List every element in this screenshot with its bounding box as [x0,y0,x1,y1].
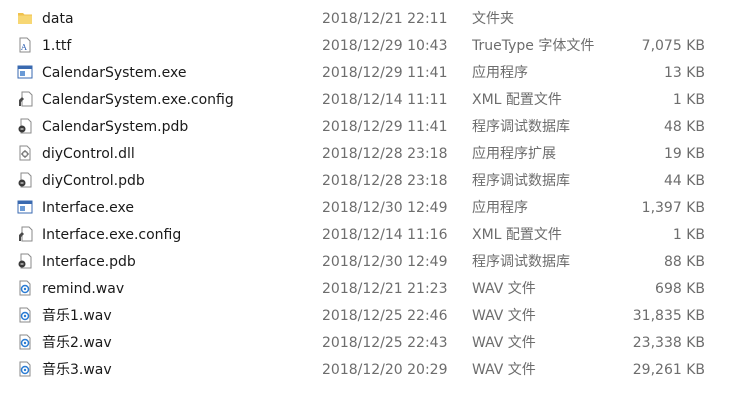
file-name: 1.ttf [42,38,72,54]
file-date: 2018/12/29 11:41 [322,65,448,81]
file-size: 88 KB [663,254,705,270]
pdb-file-icon [14,249,36,275]
file-size: 48 KB [663,119,705,135]
file-row[interactable]: diyControl.dll 2018/12/28 23:18 应用程序扩展 1… [0,141,733,167]
file-date: 2018/12/25 22:43 [322,335,448,351]
file-date: 2018/12/28 23:18 [322,146,448,162]
file-name: diyControl.dll [42,146,135,162]
file-date: 2018/12/28 23:18 [322,173,448,189]
audio-file-icon [14,357,36,383]
file-size: 19 KB [663,146,705,162]
audio-file-icon [14,303,36,329]
file-size: 23,338 KB [632,335,705,351]
svg-text:A: A [20,43,27,52]
file-name: remind.wav [42,281,125,297]
font-file-icon: A [14,33,36,59]
file-date: 2018/12/29 10:43 [322,38,448,54]
file-row[interactable]: diyControl.pdb 2018/12/28 23:18 程序调试数据库 … [0,168,733,194]
file-row[interactable]: 音乐1.wav 2018/12/25 22:46 WAV 文件 31,835 K… [0,303,733,329]
file-row[interactable]: Interface.pdb 2018/12/30 12:49 程序调试数据库 8… [0,249,733,275]
file-name: Interface.exe.config [42,227,182,243]
audio-file-icon [14,276,36,302]
file-row[interactable]: 音乐3.wav 2018/12/20 20:29 WAV 文件 29,261 K… [0,357,733,383]
file-date: 2018/12/30 12:49 [322,200,448,216]
file-size: 1,397 KB [641,200,705,216]
file-name: 音乐1.wav [42,308,112,324]
file-name: 音乐3.wav [42,362,112,378]
file-name: diyControl.pdb [42,173,145,189]
file-name: Interface.exe [42,200,134,216]
file-size: 698 KB [655,281,705,297]
file-size: 31,835 KB [632,308,705,324]
exe-icon [14,60,36,86]
folder-icon [14,6,36,32]
file-row[interactable]: CalendarSystem.exe.config 2018/12/14 11:… [0,87,733,113]
file-name: 音乐2.wav [42,335,112,351]
file-date: 2018/12/21 21:23 [322,281,448,297]
file-size: 13 KB [663,65,705,81]
file-name: data [42,11,74,27]
file-row[interactable]: remind.wav 2018/12/21 21:23 WAV 文件 698 K… [0,276,733,302]
file-size: 44 KB [663,173,705,189]
file-row[interactable]: CalendarSystem.exe 2018/12/29 11:41 应用程序… [0,60,733,86]
file-row[interactable]: Interface.exe 2018/12/30 12:49 应用程序 1,39… [0,195,733,221]
file-size: 7,075 KB [641,38,705,54]
file-row[interactable]: CalendarSystem.pdb 2018/12/29 11:41 程序调试… [0,114,733,140]
file-date: 2018/12/30 12:49 [322,254,448,270]
dll-file-icon [14,141,36,167]
file-date: 2018/12/25 22:46 [322,308,448,324]
pdb-file-icon [14,168,36,194]
file-name: CalendarSystem.exe [42,65,187,81]
file-date: 2018/12/21 22:11 [322,11,448,27]
file-date: 2018/12/14 11:16 [322,227,448,243]
exe-icon [14,195,36,221]
file-name: CalendarSystem.pdb [42,119,189,135]
file-size: 1 KB [672,227,705,243]
config-file-icon [14,87,36,113]
pdb-file-icon [14,114,36,140]
file-size [600,6,705,32]
audio-file-icon [14,330,36,356]
file-name: Interface.pdb [42,254,136,270]
config-file-icon [14,222,36,248]
file-row[interactable]: data 2018/12/21 22:11 文件夹 [0,6,733,32]
file-date: 2018/12/14 11:11 [322,92,448,108]
file-date: 2018/12/29 11:41 [322,119,448,135]
file-row[interactable]: 音乐2.wav 2018/12/25 22:43 WAV 文件 23,338 K… [0,330,733,356]
file-name: CalendarSystem.exe.config [42,92,234,108]
file-row[interactable]: A 1.ttf 2018/12/29 10:43 TrueType 字体文件 7… [0,33,733,59]
file-size: 29,261 KB [632,362,705,378]
file-size: 1 KB [672,92,705,108]
file-date: 2018/12/20 20:29 [322,362,448,378]
file-row[interactable]: Interface.exe.config 2018/12/14 11:16 XM… [0,222,733,248]
file-list: data 2018/12/21 22:11 文件夹 A 1.ttf 2018/1… [0,0,733,405]
